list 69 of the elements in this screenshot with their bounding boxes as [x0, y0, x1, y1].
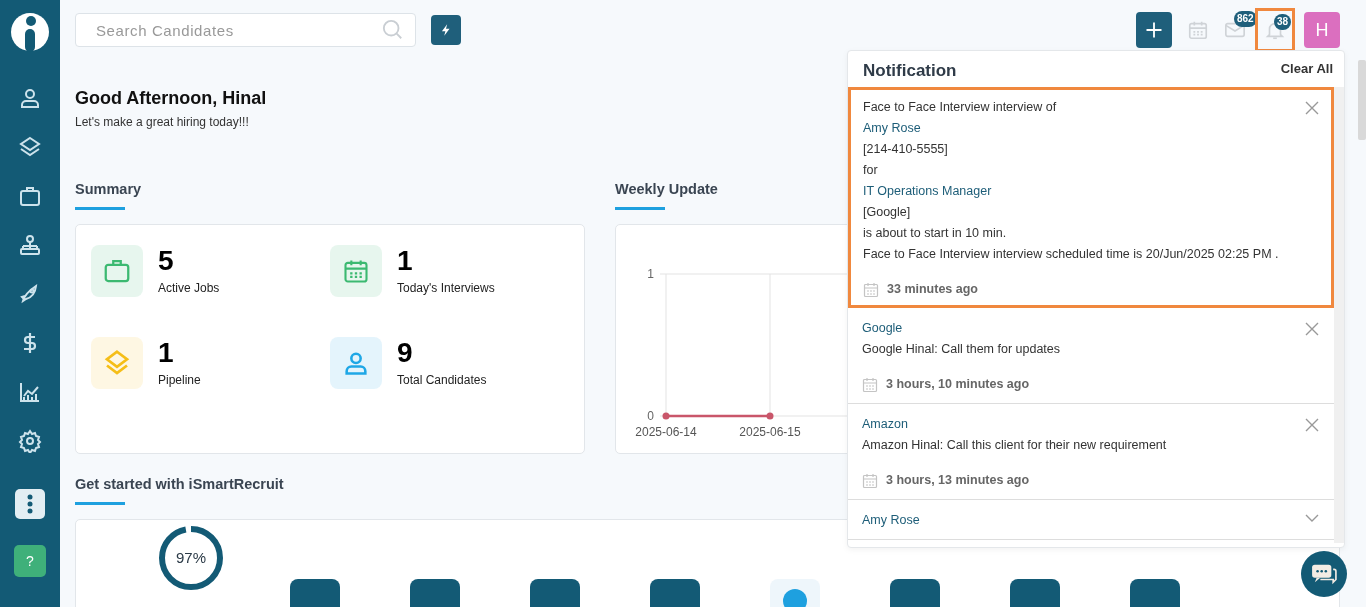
- person-icon: [342, 349, 370, 377]
- notification-text: [Google]: [863, 204, 911, 221]
- title-underline: [75, 502, 125, 505]
- stat-value: 1: [158, 337, 175, 369]
- data-point: [662, 412, 670, 420]
- stat-label: Total Candidates: [397, 373, 487, 387]
- stat-label: Active Jobs: [158, 281, 220, 295]
- briefcase-icon[interactable]: [18, 184, 42, 208]
- settings-icon[interactable]: [18, 429, 42, 453]
- notification-time: 3 hours, 10 minutes ago: [886, 376, 1030, 393]
- panel-title: Notification: [863, 61, 957, 81]
- notification-text: for: [863, 162, 878, 179]
- progress-percent: 97%: [176, 549, 206, 566]
- stat-value: 5: [158, 245, 175, 277]
- close-icon[interactable]: [1305, 322, 1319, 336]
- title-underline: [615, 207, 665, 210]
- section-title: Get started with iSmartRecruit: [75, 476, 284, 492]
- notification-count-badge: 38: [1274, 14, 1292, 30]
- notification-text: Google Hinal: Call them for updates: [862, 341, 1061, 358]
- layers-icon[interactable]: [18, 135, 42, 159]
- notification-time: 33 minutes ago: [887, 281, 978, 298]
- lightning-button[interactable]: [431, 15, 461, 45]
- dots-icon[interactable]: [27, 494, 33, 514]
- notification-time: 3 hours, 13 minutes ago: [886, 472, 1030, 489]
- axis-tick-label: 0: [647, 409, 654, 423]
- logo-icon[interactable]: [10, 12, 50, 52]
- notification-link[interactable]: Google: [862, 318, 903, 339]
- search-field[interactable]: Search Candidates: [75, 13, 416, 47]
- data-point: [766, 412, 774, 420]
- calendar-icon: [862, 376, 878, 393]
- section-title: Summary: [75, 181, 142, 197]
- notification-link[interactable]: IT Operations Manager: [863, 181, 992, 202]
- notification-text: Amazon Hinal: Call this client for their new requirement: [862, 437, 1167, 454]
- title-underline: [75, 207, 125, 210]
- notification-item[interactable]: Amazon Amazon Hinal: Call this client for their new requirement 3 hours, 13 minutes ago: [848, 404, 1334, 500]
- axis-tick-label: 2025-06-14: [635, 425, 697, 439]
- stat-label: Pipeline: [158, 373, 201, 387]
- greeting-title: Good Afternoon, Hinal: [75, 88, 267, 109]
- close-icon[interactable]: [1305, 418, 1319, 432]
- chevron-down-icon[interactable]: [1305, 514, 1319, 522]
- chart-icon[interactable]: [18, 380, 42, 404]
- notification-link[interactable]: Amy Rose: [863, 118, 921, 139]
- person-icon[interactable]: [18, 86, 42, 110]
- notification-text: [214-410-5555]: [863, 141, 948, 158]
- notification-item[interactable]: Google Google Hinal: Call them for updates 3 hours, 10 minutes ago: [848, 308, 1334, 404]
- stat-value: 1: [397, 245, 414, 277]
- notification-text: Face to Face Interview interview of: [863, 99, 1057, 116]
- notification-link[interactable]: Amy Rose: [862, 510, 920, 531]
- scrollbar[interactable]: [1358, 60, 1366, 140]
- add-button[interactable]: [1136, 12, 1172, 48]
- plus-icon[interactable]: [1144, 20, 1164, 40]
- close-icon[interactable]: [1305, 101, 1319, 115]
- stat-value: 9: [397, 337, 414, 369]
- mail-count-badge: 862: [1234, 11, 1257, 27]
- notification-item[interactable]: [848, 87, 1334, 308]
- stat-label: Today's Interviews: [397, 281, 495, 295]
- calendar-icon: [862, 472, 878, 489]
- notification-link[interactable]: Amazon: [862, 414, 908, 435]
- notification-text: is about to start in 10 min.: [863, 225, 1007, 242]
- chat-icon[interactable]: [1311, 563, 1337, 585]
- calendar-icon: [863, 281, 879, 298]
- clear-all-button[interactable]: Clear All: [1280, 61, 1333, 76]
- axis-tick-label: 2025-06-15: [739, 425, 801, 439]
- more-button[interactable]: [15, 489, 45, 519]
- notification-text: Face to Face Interview interview scheduled time is 20/Jun/2025 02:25 PM .: [863, 246, 1279, 263]
- section-title: Weekly Update: [615, 181, 718, 197]
- greeting-subtitle: Let's make a great hiring today!!!: [75, 115, 249, 129]
- notification-item[interactable]: Amy Rose: [848, 500, 1334, 540]
- axis-tick-label: 1: [647, 267, 654, 281]
